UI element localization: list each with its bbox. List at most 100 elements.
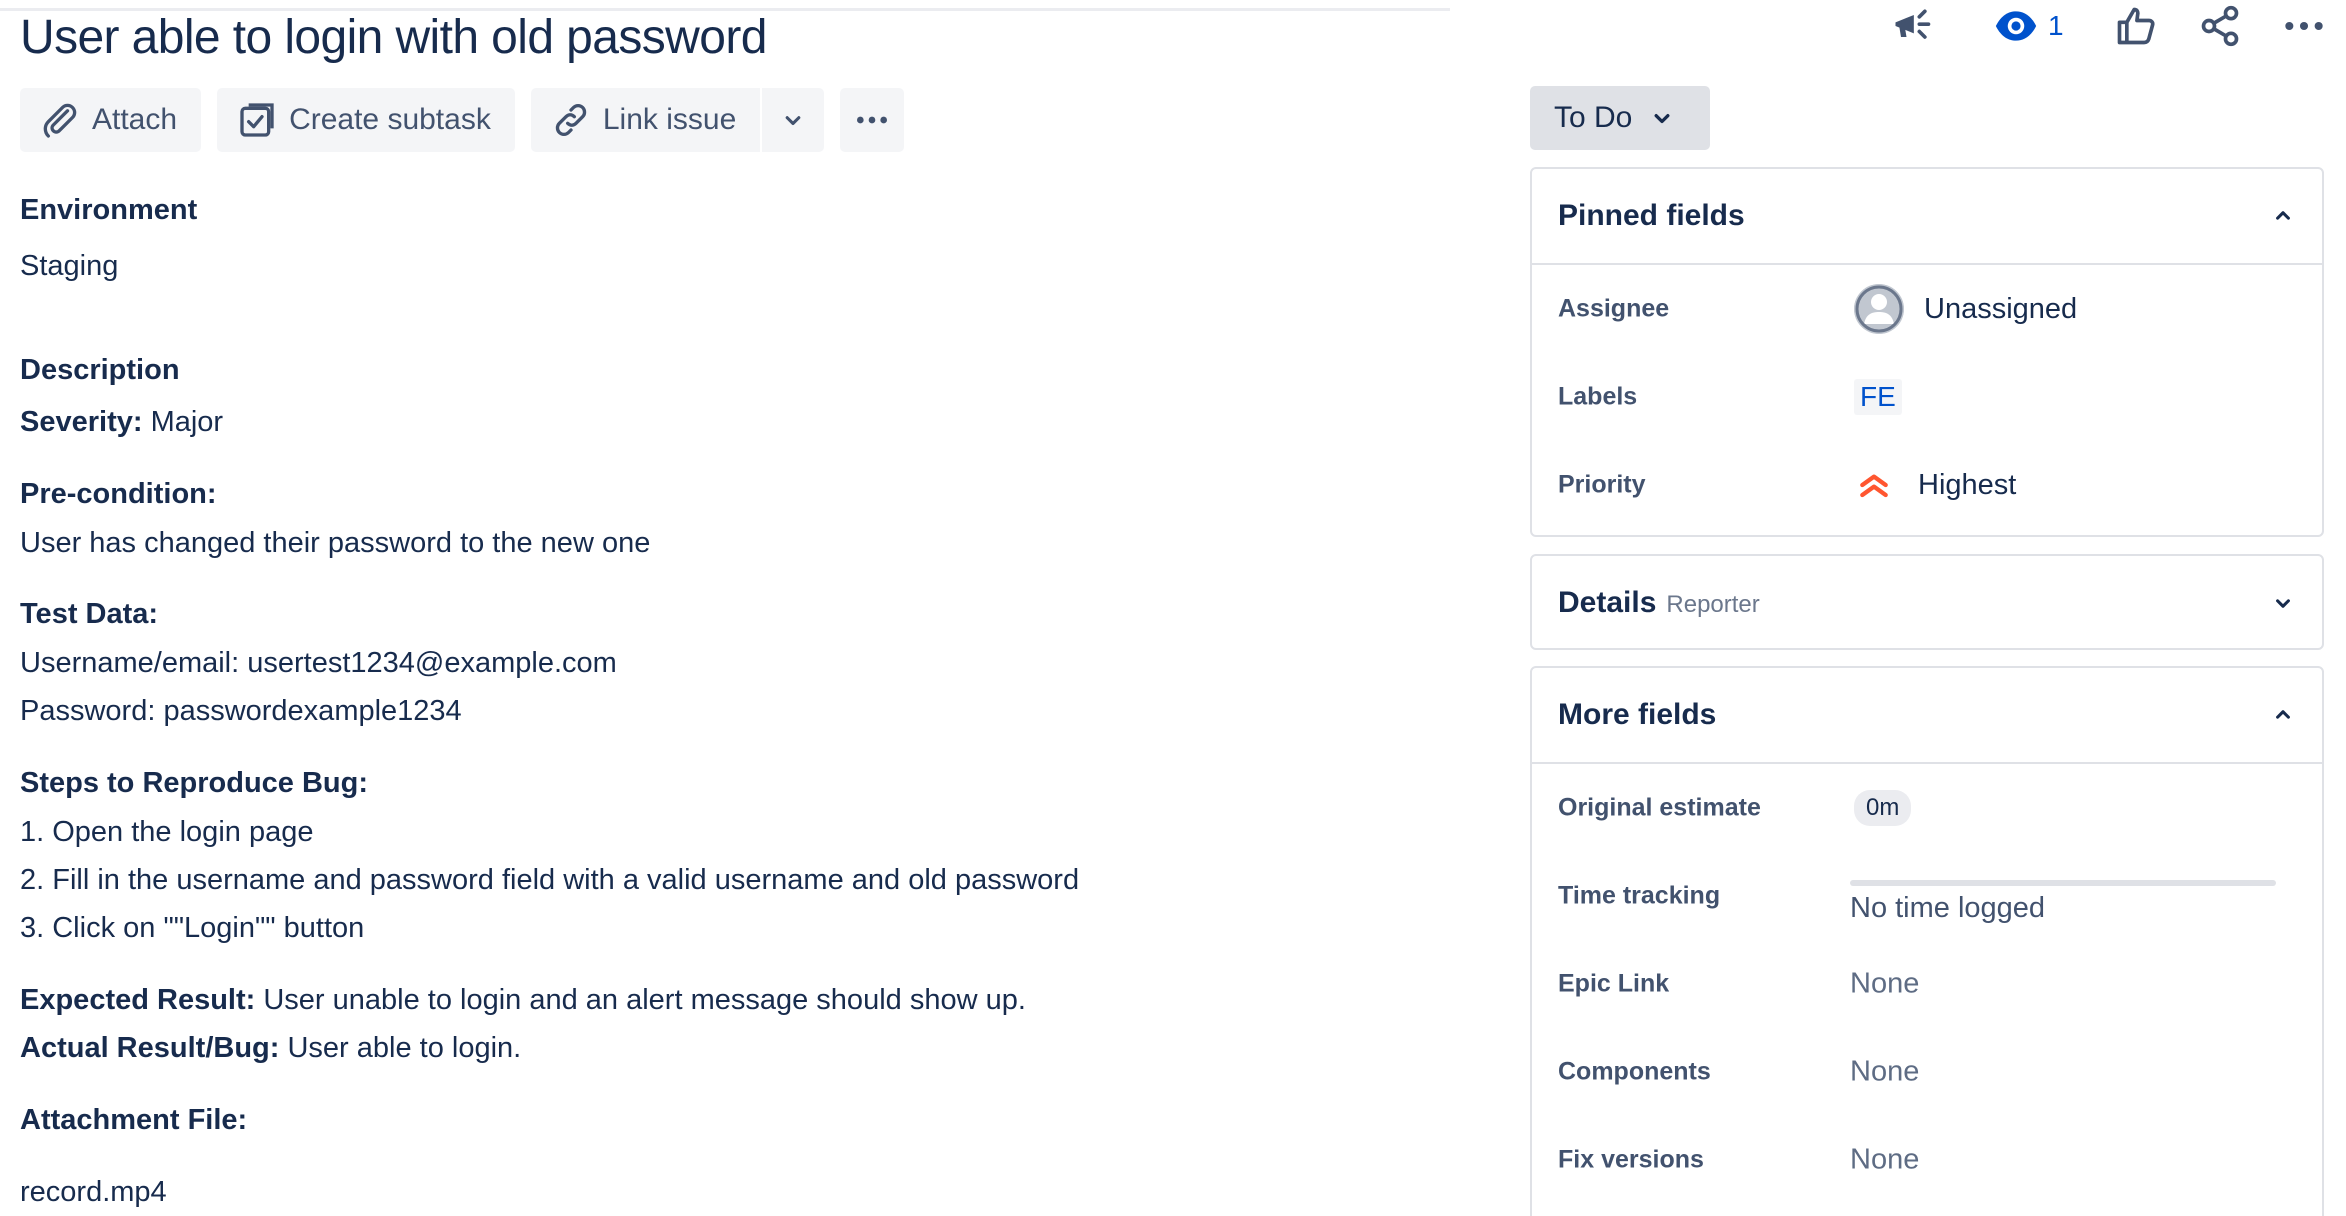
chevron-down-icon: [785, 116, 801, 126]
share-icon: [2201, 5, 2239, 47]
details-panel: Details Reporter: [1530, 554, 2324, 650]
labels-field[interactable]: FE: [1854, 379, 1902, 415]
chevron-down-icon: [2276, 599, 2290, 608]
user-avatar-icon: [1854, 284, 1904, 334]
epic-link-label: Epic Link: [1558, 969, 1670, 998]
link-issue-label: Link issue: [602, 103, 737, 136]
original-estimate-label: Original estimate: [1558, 793, 1761, 822]
time-tracking-value[interactable]: No time logged: [1850, 892, 2045, 925]
more-fields-title: More fields: [1558, 698, 1717, 731]
eye-icon: [1995, 11, 2037, 41]
watch-count: 1: [2048, 10, 2064, 41]
issue-toolbar: Attach Create subtask Link issue: [20, 88, 905, 152]
more-horizontal-icon: [857, 116, 888, 124]
assignee-row: Assignee Unassigned: [1532, 265, 2322, 353]
expected-value: User unable to login and an alert messag…: [255, 984, 1026, 1016]
assignee-field[interactable]: Unassigned: [1854, 284, 2077, 334]
paperclip-icon: [43, 103, 77, 138]
status-button[interactable]: To Do: [1530, 86, 1710, 150]
priority-highest-icon: [1860, 474, 1888, 498]
time-tracking-bar[interactable]: [1850, 880, 2276, 886]
labels-label: Labels: [1558, 382, 1638, 411]
severity-label: Severity:: [20, 406, 143, 438]
chevron-up-icon: [2276, 710, 2290, 719]
components-row: Components None: [1532, 1028, 2322, 1116]
environment-value[interactable]: Staging: [20, 250, 118, 283]
step-3: 3. Click on ""Login"" button: [20, 912, 365, 944]
precondition-label: Pre-condition:: [20, 478, 217, 510]
subtask-icon: [240, 103, 274, 137]
details-header[interactable]: Details Reporter: [1532, 556, 2322, 650]
issue-title[interactable]: User able to login with old password: [20, 10, 767, 65]
priority-field[interactable]: Highest: [1854, 465, 2016, 505]
more-actions-button[interactable]: [2282, 4, 2326, 48]
actual-result: Actual Result/Bug: User able to login.: [20, 1032, 521, 1065]
more-horizontal-icon: [2285, 21, 2323, 31]
test-data-password: Password: passwordexample1234: [20, 695, 462, 727]
original-estimate-row: Original estimate 0m: [1532, 764, 2322, 852]
test-data-username: Username/email: usertest1234@example.com: [20, 647, 617, 679]
expected-label: Expected Result:: [20, 984, 256, 1016]
chevron-down-icon: [1654, 114, 1670, 124]
avatar: [1854, 284, 1904, 334]
actual-label: Actual Result/Bug:: [20, 1032, 280, 1064]
more-fields-body: Original estimate 0m Time tracking No ti…: [1532, 762, 2322, 1204]
more-fields-header[interactable]: More fields: [1532, 668, 2322, 762]
components-label: Components: [1558, 1057, 1711, 1086]
pinned-fields-panel: Pinned fields Assignee Unassigned Labels…: [1530, 167, 2324, 537]
chevron-up-icon: [2276, 211, 2290, 220]
step-1: 1. Open the login page: [20, 816, 314, 848]
link-issue-split-button: Link issue: [530, 88, 825, 152]
toolbar-more-button[interactable]: [840, 88, 905, 152]
details-heading: Details Reporter: [1558, 586, 1760, 620]
vote-button[interactable]: [2114, 4, 2158, 48]
details-title: Details: [1558, 586, 1657, 619]
assignee-value: Unassigned: [1924, 292, 2078, 325]
fix-versions-row: Fix versions None: [1532, 1116, 2322, 1204]
pinned-fields-header[interactable]: Pinned fields: [1532, 169, 2322, 263]
original-estimate-value: 0m: [1854, 790, 1912, 826]
pinned-fields-title: Pinned fields: [1558, 199, 1745, 232]
description-severity[interactable]: Severity: Major: [20, 406, 223, 439]
status-label: To Do: [1554, 101, 1633, 134]
priority-value: Highest: [1918, 468, 2017, 501]
fix-versions-label: Fix versions: [1558, 1145, 1704, 1174]
link-issue-button[interactable]: Link issue: [530, 88, 761, 152]
precondition-value: User has changed their password to the n…: [20, 527, 651, 559]
feedback-button[interactable]: [1890, 4, 1934, 48]
severity-value: Major: [142, 406, 224, 438]
create-subtask-button[interactable]: Create subtask: [217, 88, 515, 152]
share-button[interactable]: [2198, 4, 2242, 48]
description-heading: Description: [20, 354, 180, 386]
epic-link-value[interactable]: None: [1850, 968, 1919, 1001]
original-estimate-field[interactable]: 0m: [1854, 790, 1912, 826]
label-chip[interactable]: FE: [1854, 379, 1902, 415]
fix-versions-value[interactable]: None: [1850, 1144, 1919, 1177]
link-issue-dropdown[interactable]: [760, 88, 825, 152]
priority-row: Priority Highest: [1532, 441, 2322, 529]
more-fields-panel: More fields Original estimate 0m Time tr…: [1530, 666, 2324, 1216]
create-subtask-label: Create subtask: [289, 103, 491, 136]
watch-button[interactable]: 1: [1994, 4, 2064, 48]
steps-label: Steps to Reproduce Bug:: [20, 767, 369, 799]
test-data-label: Test Data:: [20, 598, 159, 630]
thumbs-up-icon: [2117, 7, 2155, 45]
attach-label: Attach: [92, 103, 178, 136]
time-tracking-row: Time tracking No time logged: [1532, 852, 2322, 940]
assignee-label: Assignee: [1558, 294, 1670, 323]
link-icon: [555, 103, 587, 137]
attachment-file[interactable]: record.mp4: [20, 1176, 167, 1209]
actual-value: User able to login.: [279, 1032, 522, 1064]
attachment-label: Attachment File:: [20, 1104, 248, 1136]
megaphone-icon: [1895, 9, 1931, 39]
step-2: 2. Fill in the username and password fie…: [20, 864, 1080, 896]
expected-result: Expected Result: User unable to login an…: [20, 984, 1026, 1017]
priority-label: Priority: [1558, 470, 1646, 499]
epic-link-row: Epic Link None: [1532, 940, 2322, 1028]
attach-button[interactable]: Attach: [20, 88, 202, 152]
labels-row: Labels FE: [1532, 353, 2322, 441]
components-value[interactable]: None: [1850, 1056, 1919, 1089]
details-subtitle: Reporter: [1666, 591, 1760, 618]
environment-heading: Environment: [20, 194, 198, 226]
pinned-fields-body: Assignee Unassigned Labels FE Priority H…: [1532, 263, 2322, 529]
